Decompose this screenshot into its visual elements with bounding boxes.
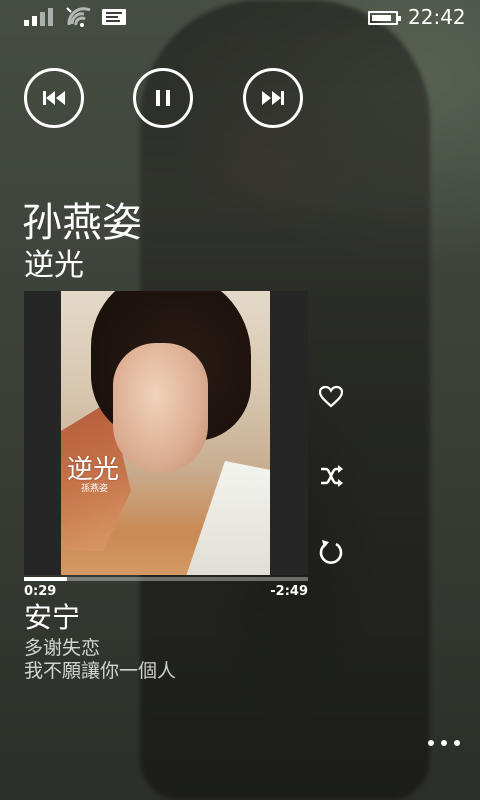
up-next-item[interactable]: 我不願讓你一個人 [24, 659, 176, 683]
elapsed-time: 0:29 [24, 584, 57, 599]
remaining-time: -2:49 [270, 584, 308, 599]
favorite-button[interactable] [316, 382, 346, 412]
pause-icon [156, 90, 170, 106]
album-art-face [113, 343, 208, 473]
previous-icon [43, 91, 65, 105]
repeat-button[interactable] [316, 537, 346, 567]
heart-icon [318, 385, 344, 408]
previous-button[interactable] [24, 68, 84, 128]
up-next-item[interactable]: 多谢失恋 [24, 636, 100, 660]
wifi-icon [64, 4, 94, 28]
next-button[interactable] [243, 68, 303, 128]
battery-icon [368, 11, 401, 25]
battery-level [372, 15, 391, 21]
artist-name[interactable]: 孙燕姿 [22, 198, 142, 248]
next-icon [262, 91, 284, 105]
status-time: 22:42 [408, 5, 466, 29]
album-art-artist: 孫燕姿 [81, 484, 109, 494]
pause-button[interactable] [133, 68, 193, 128]
message-icon [102, 9, 126, 25]
shuffle-button[interactable] [316, 461, 346, 491]
more-options-icon[interactable] [428, 736, 460, 750]
signal-strength-icon [24, 8, 56, 26]
status-bar: 22:42 [0, 0, 480, 34]
album-art: 逆光 孫燕姿 [61, 291, 270, 575]
album-art-frame[interactable]: 逆光 孫燕姿 [24, 291, 308, 575]
shuffle-icon [321, 465, 343, 487]
album-art-shirt [181, 461, 270, 575]
progress-bar[interactable] [24, 577, 308, 581]
track-title: 安宁 [24, 601, 81, 634]
album-name[interactable]: 逆光 [24, 246, 84, 286]
progress-fill [24, 577, 67, 581]
repeat-icon [319, 540, 343, 564]
